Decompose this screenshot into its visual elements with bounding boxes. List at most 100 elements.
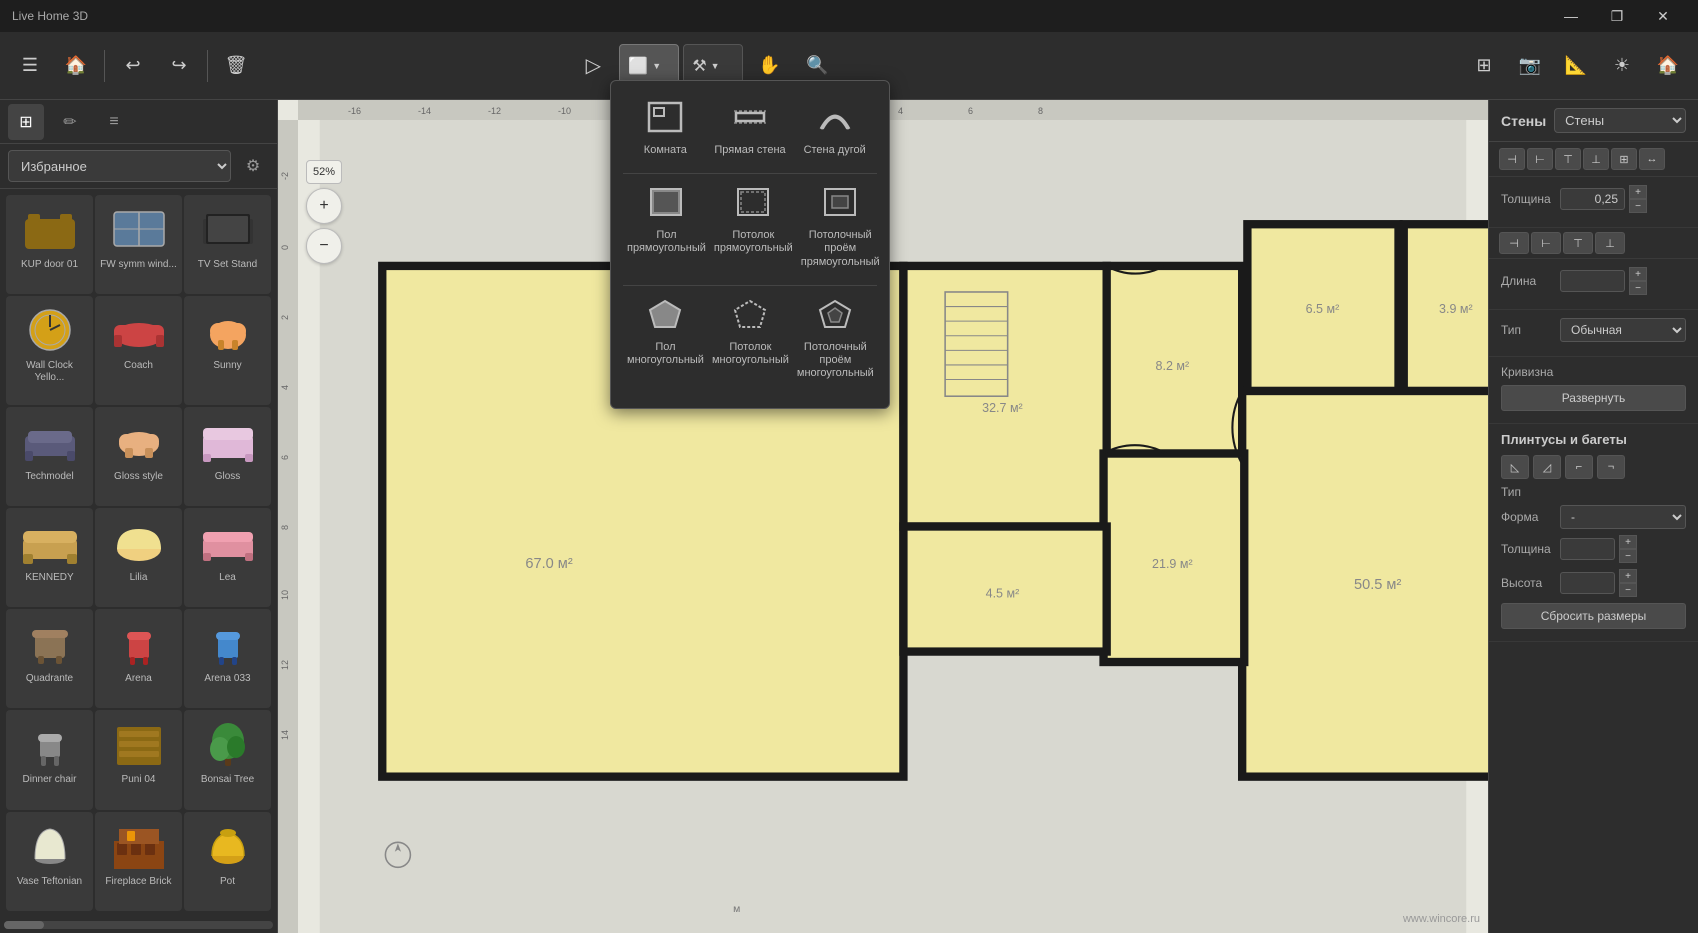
item-5[interactable]: Coach xyxy=(95,296,182,404)
align-center-v-button[interactable]: ⊞ xyxy=(1611,148,1637,170)
scrollbar-thumb[interactable] xyxy=(4,921,44,929)
wall-align-other-button[interactable]: ⊥ xyxy=(1595,232,1625,254)
baseboard-height-decrease[interactable]: − xyxy=(1619,583,1637,597)
straight-wall-icon xyxy=(732,101,768,140)
item-3[interactable]: TV Set Stand xyxy=(184,195,271,294)
thickness-input[interactable] xyxy=(1560,188,1625,210)
lighting-button[interactable]: ☀ xyxy=(1600,44,1644,88)
svg-text:50.5 м²: 50.5 м² xyxy=(1354,577,1401,593)
measure-button[interactable]: 📐 xyxy=(1554,44,1598,88)
item-2[interactable]: FW symm wind... xyxy=(95,195,182,294)
poly-ceiling-opening-icon xyxy=(817,298,853,337)
camera-button[interactable]: 📷 xyxy=(1508,44,1552,88)
baseboard-type-3-button[interactable]: ⌐ xyxy=(1565,455,1593,479)
item-12[interactable]: Lea xyxy=(184,508,271,607)
arc-wall-tool-label: Стена дугой xyxy=(804,144,866,157)
item-10[interactable]: KENNEDY xyxy=(6,508,93,607)
rect-ceiling-tool-button[interactable]: Потолок прямоугольный xyxy=(710,178,797,277)
item-9[interactable]: Gloss xyxy=(184,407,271,506)
baseboard-type-4-button[interactable]: ¬ xyxy=(1597,455,1625,479)
svg-text:4.5 м²: 4.5 м² xyxy=(986,586,1020,600)
item-17[interactable]: Puni 04 xyxy=(95,710,182,809)
item-21[interactable]: Pot xyxy=(184,812,271,911)
cursor-tool-button[interactable]: ▷ xyxy=(571,44,615,88)
tab-grid-button[interactable]: ⊞ xyxy=(8,104,44,140)
poly-floor-tool-button[interactable]: Пол многоугольный xyxy=(623,290,708,389)
align-bottom-button[interactable]: ↔ xyxy=(1639,148,1665,170)
zoom-level-label: 52% xyxy=(306,160,342,184)
home-button[interactable]: 🏠 xyxy=(54,44,98,88)
room-tool-button[interactable]: Комната xyxy=(623,93,708,165)
zoom-out-button[interactable]: − xyxy=(306,228,342,264)
delete-button[interactable]: 🗑 xyxy=(214,44,258,88)
item-7[interactable]: Techmodel xyxy=(6,407,93,506)
align-right-button[interactable]: ⊤ xyxy=(1555,148,1581,170)
menu-button[interactable]: ☰ xyxy=(8,44,52,88)
poly-ceiling-opening-tool-button[interactable]: Потолочный проём многоугольный xyxy=(793,290,878,389)
baseboard-type-2-button[interactable]: ◿ xyxy=(1533,455,1561,479)
rect-floor-tool-label: Пол прямоугольный xyxy=(627,229,706,255)
item-15[interactable]: Arena 033 xyxy=(184,609,271,708)
baseboard-type-1-button[interactable]: ◺ xyxy=(1501,455,1529,479)
item-1[interactable]: KUP door 01 xyxy=(6,195,93,294)
wall-align-inner-button[interactable]: ⊣ xyxy=(1499,232,1529,254)
horizontal-scrollbar[interactable] xyxy=(4,921,273,929)
popup-row-1: Комната Прямая стена Стена дугой xyxy=(623,93,877,165)
thickness-increase-button[interactable]: + xyxy=(1629,185,1647,199)
floors-button[interactable]: ⊞ xyxy=(1462,44,1506,88)
baseboard-thickness-increase[interactable]: + xyxy=(1619,535,1637,549)
baseboard-thickness-decrease[interactable]: − xyxy=(1619,549,1637,563)
close-button[interactable]: ✕ xyxy=(1640,0,1686,32)
align-left-button[interactable]: ⊣ xyxy=(1499,148,1525,170)
svg-text:10: 10 xyxy=(280,590,290,600)
floor-plan-svg[interactable]: 67.0 м² 32.7 м² 8.2 м² 6.5 м² 3.9 м² 50.… xyxy=(298,120,1488,933)
category-select[interactable]: Избранное xyxy=(8,150,231,182)
thickness-stepper: + − xyxy=(1629,185,1647,213)
poly-ceiling-tool-button[interactable]: Потолок многоугольный xyxy=(708,290,793,389)
wall-align-outer-button[interactable]: ⊤ xyxy=(1563,232,1593,254)
thickness-decrease-button[interactable]: − xyxy=(1629,199,1647,213)
align-top-button[interactable]: ⊥ xyxy=(1583,148,1609,170)
baseboard-height-increase[interactable]: + xyxy=(1619,569,1637,583)
type-select[interactable]: Обычная xyxy=(1560,318,1686,342)
length-increase-button[interactable]: + xyxy=(1629,267,1647,281)
item-6[interactable]: Sunny xyxy=(184,296,271,404)
tab-list-button[interactable]: ≡ xyxy=(96,104,132,140)
baseboard-height-input[interactable] xyxy=(1560,572,1615,594)
length-decrease-button[interactable]: − xyxy=(1629,281,1647,295)
baseboard-form-select[interactable]: - xyxy=(1560,505,1686,529)
category-settings-button[interactable]: ⚙ xyxy=(237,150,269,182)
length-input[interactable] xyxy=(1560,270,1625,292)
rect-ceiling-opening-tool-button[interactable]: Потолочный проём прямоугольный xyxy=(797,178,884,277)
align-center-h-button[interactable]: ⊢ xyxy=(1527,148,1553,170)
maximize-button[interactable]: ❐ xyxy=(1594,0,1640,32)
item-19[interactable]: Vase Teftonian xyxy=(6,812,93,911)
zoom-in-button[interactable]: + xyxy=(306,188,342,224)
wall-align-center-button[interactable]: ⊢ xyxy=(1531,232,1561,254)
undo-button[interactable]: ↩ xyxy=(111,44,155,88)
minimize-button[interactable]: — xyxy=(1548,0,1594,32)
tab-edit-button[interactable]: ✏ xyxy=(52,104,88,140)
redo-button[interactable]: ↪ xyxy=(157,44,201,88)
rect-floor-tool-button[interactable]: Пол прямоугольный xyxy=(623,178,710,277)
draw-wall-icon: ⬜ xyxy=(628,56,648,76)
item-14[interactable]: Arena xyxy=(95,609,182,708)
arc-wall-tool-button[interactable]: Стена дугой xyxy=(792,93,877,165)
item-8[interactable]: Gloss style xyxy=(95,407,182,506)
right-panel-section-select[interactable]: Стены xyxy=(1554,108,1686,133)
baseboard-thickness-input[interactable] xyxy=(1560,538,1615,560)
type-label: Тип xyxy=(1501,323,1556,337)
item-20[interactable]: Fireplace Brick xyxy=(95,812,182,911)
expand-button[interactable]: Развернуть xyxy=(1501,385,1686,411)
item-label-17: Puni 04 xyxy=(122,774,156,786)
item-13[interactable]: Quadrante xyxy=(6,609,93,708)
item-11[interactable]: Lilia xyxy=(95,508,182,607)
straight-wall-tool-button[interactable]: Прямая стена xyxy=(708,93,793,165)
watermark: www.wincore.ru xyxy=(1403,913,1480,925)
item-16[interactable]: Dinner chair xyxy=(6,710,93,809)
svg-text:32.7 м²: 32.7 м² xyxy=(982,401,1023,415)
3d-view-button[interactable]: 🏠 xyxy=(1646,44,1690,88)
reset-sizes-button[interactable]: Сбросить размеры xyxy=(1501,603,1686,629)
item-4[interactable]: Wall Clock Yello... xyxy=(6,296,93,404)
item-18[interactable]: Bonsai Tree xyxy=(184,710,271,809)
